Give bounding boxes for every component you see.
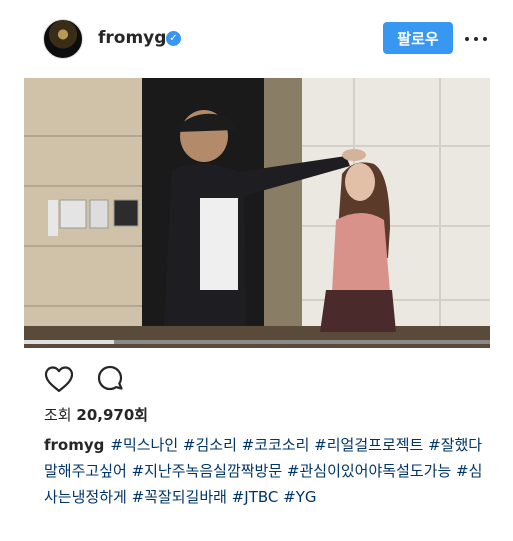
post-header: fromyg ✓ 팔로우 (0, 0, 513, 78)
username[interactable]: fromyg (98, 28, 166, 48)
video-frame-image (24, 78, 490, 348)
heart-icon[interactable] (44, 365, 74, 393)
view-count: 조회 20,970회 (44, 404, 148, 425)
post-actions (0, 358, 513, 398)
views-label: 조회 (44, 406, 72, 424)
post-video[interactable] (24, 78, 490, 348)
verified-badge-icon: ✓ (166, 31, 181, 46)
more-options-icon[interactable] (462, 27, 490, 51)
avatar[interactable] (43, 19, 83, 59)
caption-username[interactable]: fromyg (44, 436, 104, 454)
comment-icon[interactable] (95, 364, 125, 394)
post-caption: fromyg #믹스나인 #김소리 #코코소리 #리얼걸프로젝트 #잘했다말해주고… (44, 432, 484, 510)
caption-hashtags[interactable]: #믹스나인 #김소리 #코코소리 #리얼걸프로젝트 #잘했다말해주고싶어 #지난… (44, 436, 482, 506)
follow-button[interactable]: 팔로우 (383, 22, 453, 54)
views-count: 20,970회 (76, 406, 149, 424)
